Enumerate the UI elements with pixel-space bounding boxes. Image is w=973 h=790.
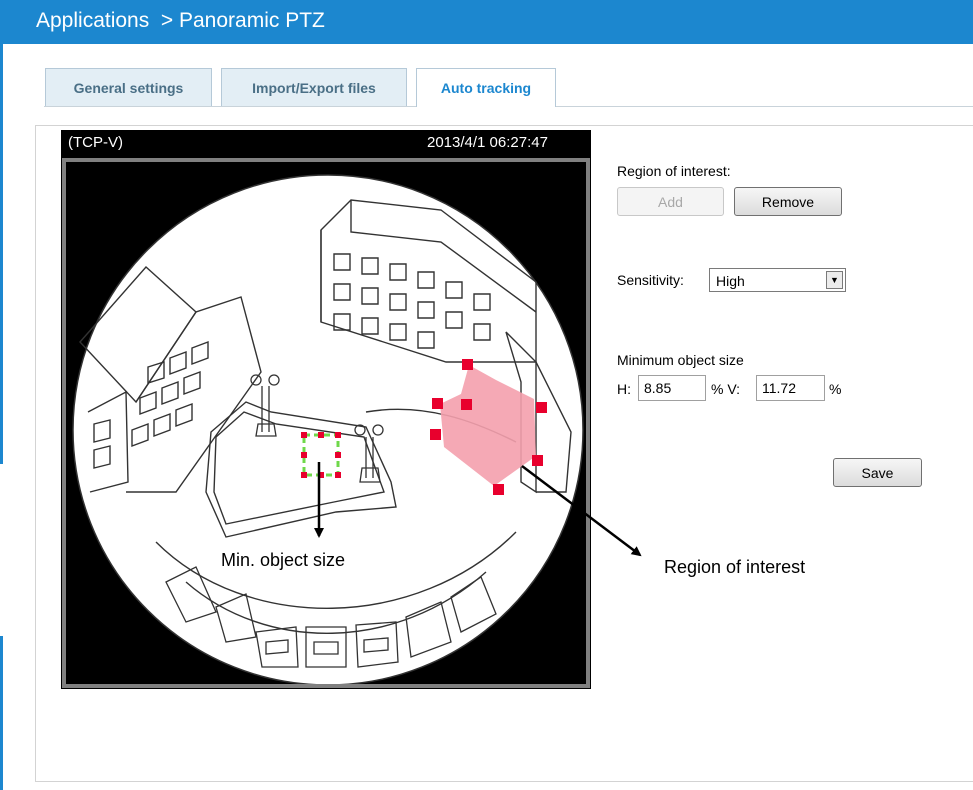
left-accent-bar-lower [0,636,3,790]
save-button[interactable]: Save [833,458,922,487]
stream-protocol-label: (TCP-V) [68,134,123,151]
tab-import-export-files[interactable]: Import/Export files [221,68,407,106]
min-size-v-field[interactable]: 11.72 [756,375,825,401]
header-bar: Applications > Panoramic PTZ [0,0,973,44]
sensitivity-select[interactable]: High ▼ [709,268,846,292]
min-size-label: Minimum object size [617,352,744,368]
min-size-h-field[interactable]: 8.85 [638,375,706,401]
sensitivity-label: Sensitivity: [617,272,684,288]
page-title: Applications > Panoramic PTZ [36,9,325,32]
region-of-interest-annotation: Region of interest [664,557,806,577]
left-accent-bar [0,44,3,464]
tab-general-settings[interactable]: General settings [45,68,212,106]
sensitivity-value: High [716,273,745,289]
fisheye-view[interactable] [66,162,586,684]
remove-roi-button[interactable]: Remove [734,187,842,216]
roi-label: Region of interest: [617,163,731,179]
tab-auto-tracking[interactable]: Auto tracking [416,68,556,107]
min-size-v-label: % V: [711,381,741,397]
min-size-h-label: H: [617,381,631,397]
video-timestamp: 2013/4/1 06:27:47 [427,134,548,151]
min-size-unit: % [829,381,842,397]
chevron-down-icon[interactable]: ▼ [826,271,843,289]
add-roi-button[interactable]: Add [617,187,724,216]
min-object-size-annotation: Min. object size [221,550,346,570]
